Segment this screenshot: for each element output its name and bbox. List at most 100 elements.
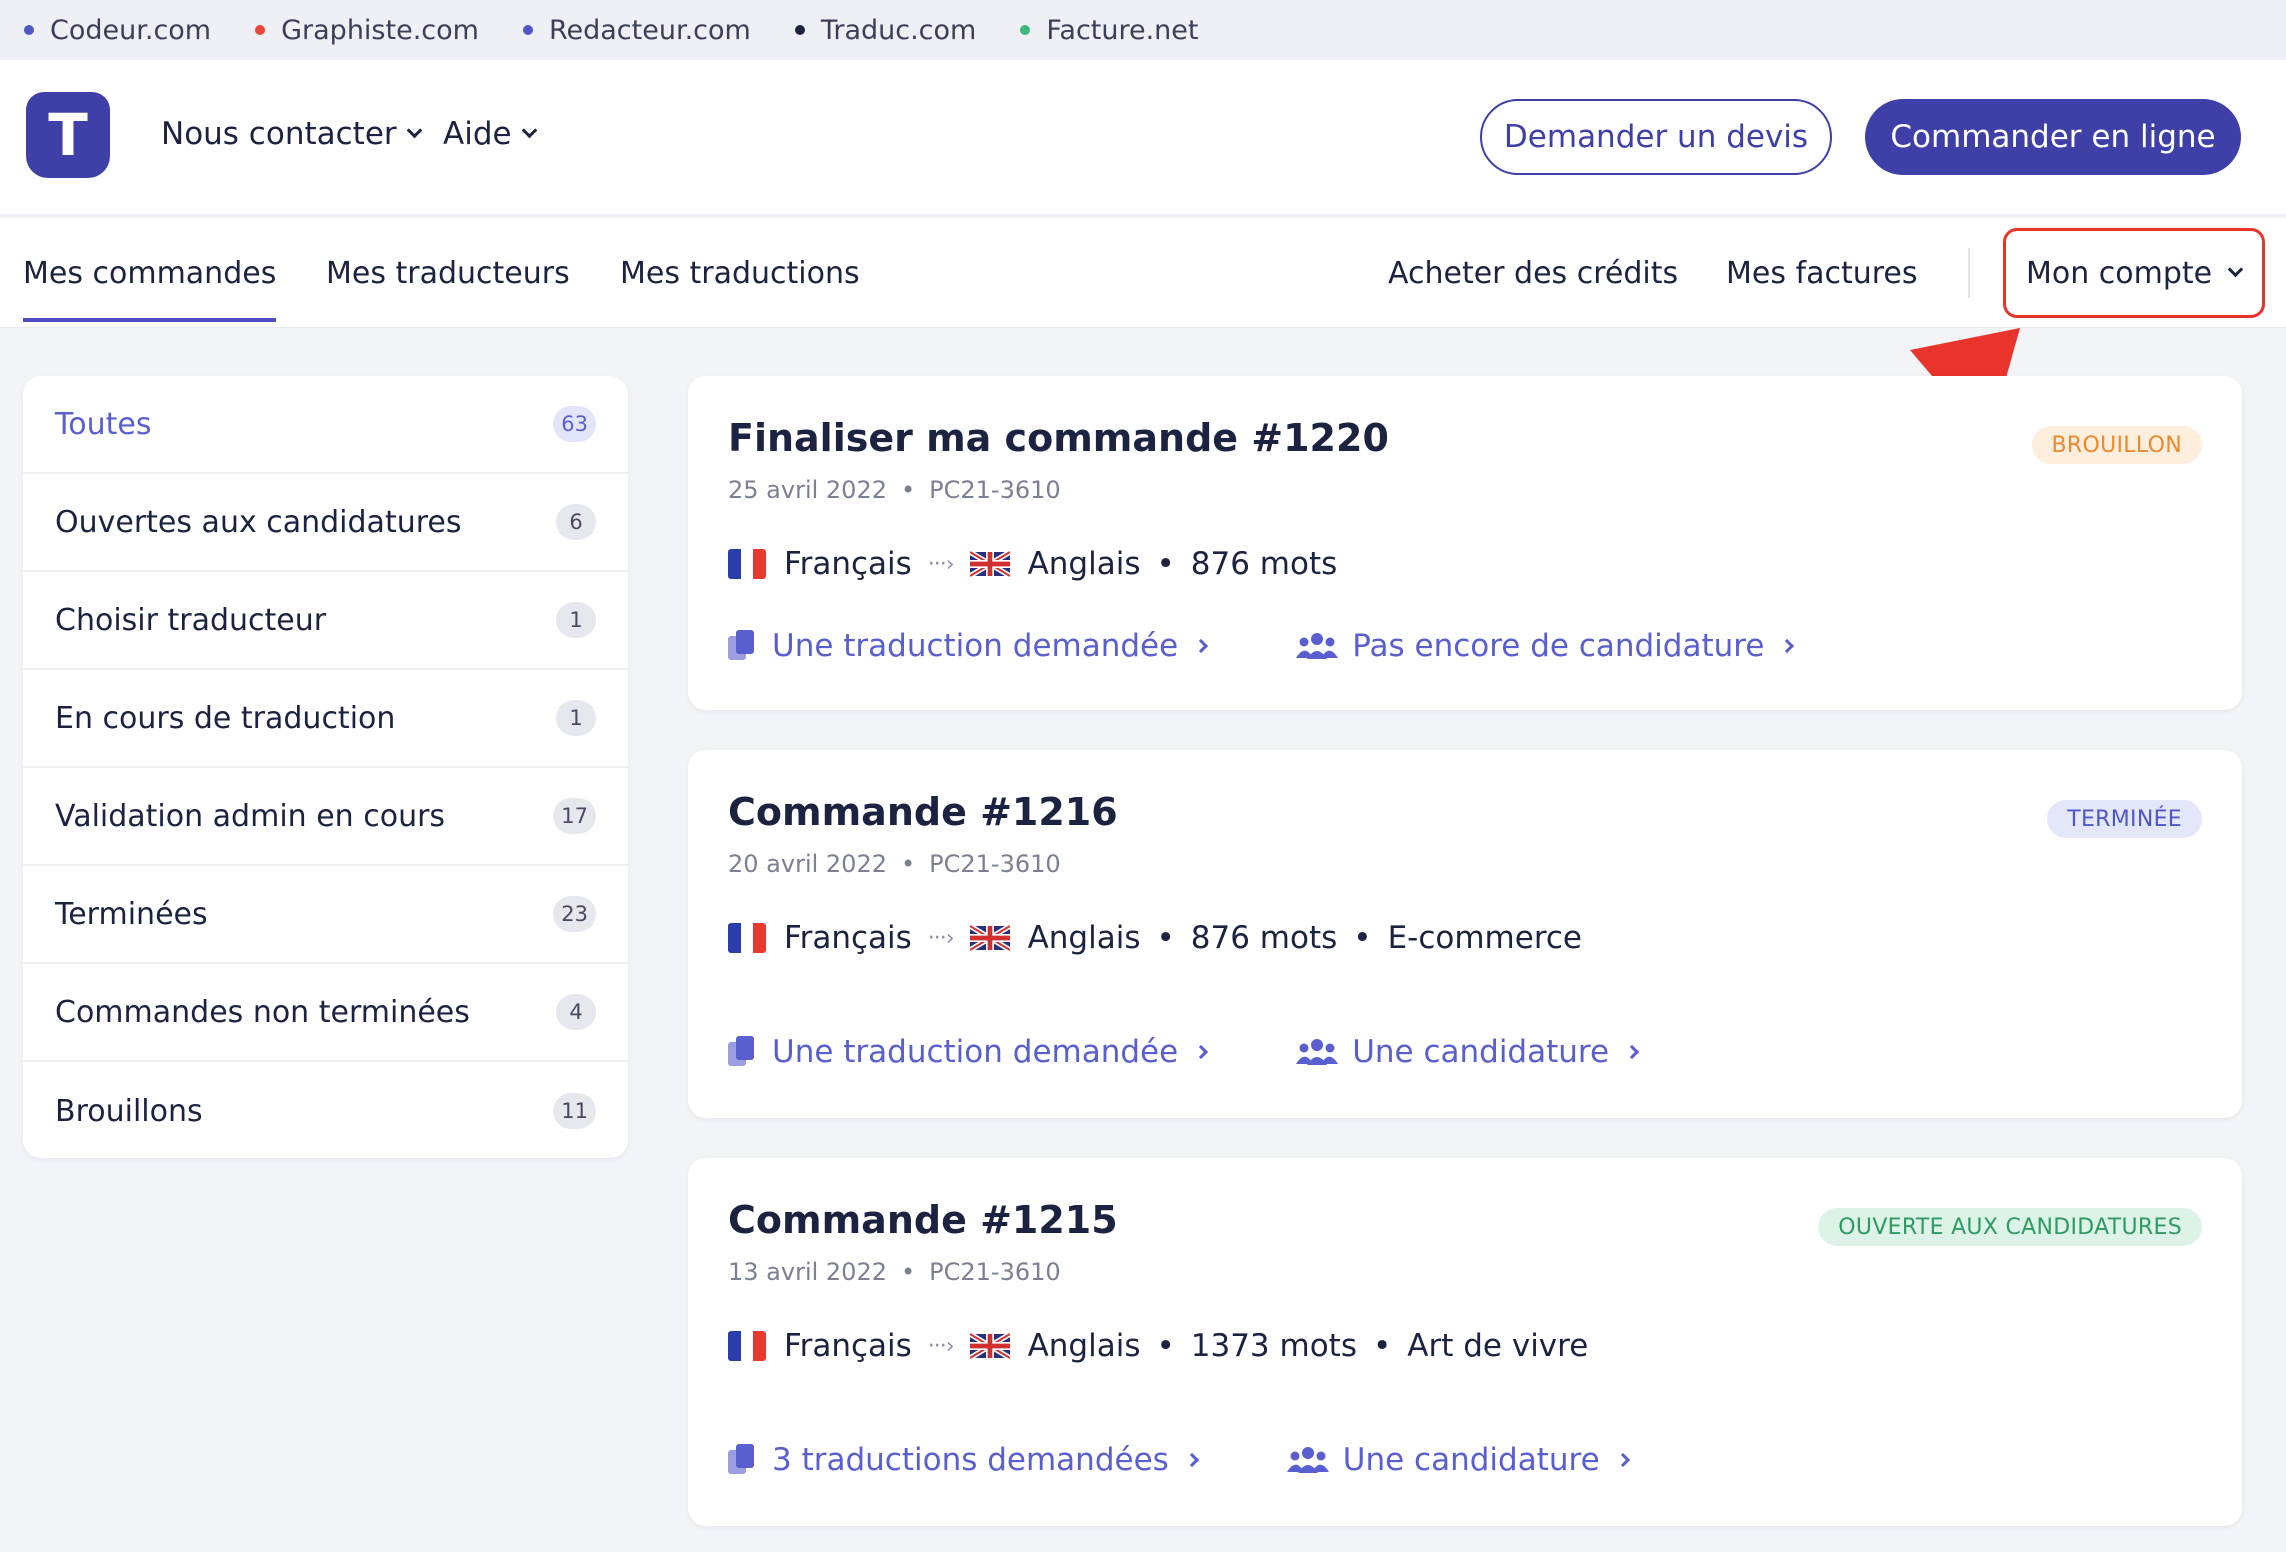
filter-label: Validation admin en cours bbox=[55, 798, 446, 834]
translations-link[interactable]: Une traduction demandée bbox=[728, 1034, 1209, 1070]
invoices-link[interactable]: Mes factures bbox=[1726, 256, 1917, 291]
chevron-down-icon bbox=[521, 122, 537, 138]
applications-link[interactable]: Une candidature bbox=[1296, 1034, 1640, 1070]
count-badge: 17 bbox=[553, 798, 596, 834]
account-nav: Mes commandes Mes traducteurs Mes traduc… bbox=[0, 218, 2286, 328]
users-icon bbox=[1286, 1447, 1329, 1473]
language-line: Français ···› Anglais • 876 mots • E-com… bbox=[728, 920, 1582, 956]
filter-label: Ouvertes aux candidatures bbox=[55, 504, 462, 540]
network-link-facture[interactable]: Facture.net bbox=[1020, 15, 1199, 46]
contact-menu[interactable]: Nous contacter bbox=[161, 116, 422, 152]
documents-icon bbox=[728, 1036, 756, 1068]
filter-completed[interactable]: Terminées 23 bbox=[23, 866, 628, 964]
request-quote-button[interactable]: Demander un devis bbox=[1480, 99, 1832, 175]
my-account-label: Mon compte bbox=[2026, 255, 2213, 291]
order-meta: 25 avril 2022 • PC21-3610 bbox=[728, 476, 1061, 504]
applications-link-label: Une candidature bbox=[1352, 1034, 1610, 1070]
network-bar: Codeur.com Graphiste.com Redacteur.com T… bbox=[0, 0, 2286, 60]
filter-label: Choisir traducteur bbox=[55, 602, 327, 638]
chevron-right-icon bbox=[1624, 1044, 1640, 1060]
status-badge: OUVERTE AUX CANDIDATURES bbox=[1818, 1208, 2202, 1246]
filter-open-applications[interactable]: Ouvertes aux candidatures 6 bbox=[23, 474, 628, 572]
chevron-right-icon bbox=[1194, 1044, 1209, 1060]
buy-credits-link[interactable]: Acheter des crédits bbox=[1388, 256, 1678, 291]
network-link-redacteur[interactable]: Redacteur.com bbox=[522, 15, 751, 46]
filter-label: Brouillons bbox=[55, 1093, 203, 1129]
status-badge: TERMINÉE bbox=[2047, 800, 2202, 838]
translations-link-label: Une traduction demandée bbox=[772, 1034, 1179, 1070]
my-account-menu[interactable]: Mon compte bbox=[2003, 228, 2265, 318]
uk-flag-icon bbox=[969, 549, 1010, 579]
filter-in-translation[interactable]: En cours de traduction 1 bbox=[23, 670, 628, 768]
chevron-down-icon bbox=[2227, 261, 2244, 277]
count-badge: 6 bbox=[556, 504, 596, 540]
translations-link-label: 3 traductions demandées bbox=[772, 1442, 1169, 1478]
filter-admin-validation[interactable]: Validation admin en cours 17 bbox=[23, 768, 628, 866]
language-line: Français ···› Anglais • 1373 mots • Art … bbox=[728, 1328, 1588, 1364]
translations-link-label: Une traduction demandée bbox=[772, 628, 1179, 664]
order-reference: PC21-3610 bbox=[929, 1258, 1061, 1286]
traduc-logo[interactable]: T bbox=[26, 92, 110, 178]
french-flag-icon bbox=[728, 1331, 766, 1361]
count-badge: 1 bbox=[556, 700, 596, 736]
tab-my-translators[interactable]: Mes traducteurs bbox=[326, 256, 570, 291]
source-language: Français bbox=[784, 546, 912, 582]
order-links: Une traduction demandée Pas encore de ca… bbox=[728, 628, 1795, 664]
order-reference: PC21-3610 bbox=[929, 476, 1061, 504]
translations-link[interactable]: 3 traductions demandées bbox=[728, 1442, 1199, 1478]
arrow-right-icon: ···› bbox=[927, 925, 955, 951]
filter-unfinished[interactable]: Commandes non terminées 4 bbox=[23, 964, 628, 1062]
filter-label: Commandes non terminées bbox=[55, 994, 470, 1030]
order-card[interactable]: Commande #1215 13 avril 2022 • PC21-3610 O… bbox=[688, 1158, 2242, 1526]
order-links: 3 traductions demandées Une candidature bbox=[728, 1442, 1630, 1478]
count-badge: 4 bbox=[556, 994, 596, 1030]
contact-menu-label: Nous contacter bbox=[161, 116, 397, 152]
filter-all[interactable]: Toutes 63 bbox=[23, 376, 628, 474]
users-icon bbox=[1296, 633, 1339, 659]
network-link-codeur[interactable]: Codeur.com bbox=[24, 15, 211, 46]
site-header: T Nous contacter Aide Demander un devis … bbox=[0, 60, 2286, 216]
tab-my-translations[interactable]: Mes traductions bbox=[620, 256, 860, 291]
order-card[interactable]: Commande #1216 20 avril 2022 • PC21-3610 T… bbox=[688, 750, 2242, 1118]
bullet-separator: • bbox=[1372, 1328, 1392, 1364]
order-meta: 20 avril 2022 • PC21-3610 bbox=[728, 850, 1061, 878]
filter-drafts[interactable]: Brouillons 11 bbox=[23, 1062, 628, 1158]
chevron-right-icon bbox=[1184, 1452, 1199, 1468]
nav-divider bbox=[1968, 248, 1970, 298]
order-links: Une traduction demandée Une candidature bbox=[728, 1034, 1640, 1070]
word-count: 876 mots bbox=[1190, 920, 1338, 956]
order-card[interactable]: Finaliser ma commande #1220 25 avril 202… bbox=[688, 376, 2242, 710]
bullet-separator: • bbox=[901, 1258, 916, 1286]
tab-my-orders[interactable]: Mes commandes bbox=[23, 256, 277, 322]
network-link-graphiste[interactable]: Graphiste.com bbox=[255, 15, 479, 46]
order-title[interactable]: Commande #1216 bbox=[728, 790, 1118, 834]
order-online-button[interactable]: Commander en ligne bbox=[1865, 99, 2241, 175]
chevron-right-icon bbox=[1615, 1452, 1630, 1468]
applications-link[interactable]: Une candidature bbox=[1286, 1442, 1630, 1478]
uk-flag-icon bbox=[969, 923, 1010, 953]
dot-icon bbox=[255, 25, 266, 35]
filter-choose-translator[interactable]: Choisir traducteur 1 bbox=[23, 572, 628, 670]
uk-flag-icon bbox=[969, 1331, 1010, 1361]
dot-icon bbox=[522, 25, 533, 35]
chevron-down-icon bbox=[406, 122, 422, 138]
order-title[interactable]: Commande #1215 bbox=[728, 1198, 1118, 1242]
translations-link[interactable]: Une traduction demandée bbox=[728, 628, 1209, 664]
target-language: Anglais bbox=[1027, 546, 1141, 582]
applications-link[interactable]: Pas encore de candidature bbox=[1296, 628, 1795, 664]
word-count: 876 mots bbox=[1190, 546, 1338, 582]
count-badge: 1 bbox=[556, 602, 596, 638]
order-title[interactable]: Finaliser ma commande #1220 bbox=[728, 416, 1389, 460]
chevron-right-icon bbox=[1194, 638, 1209, 654]
status-badge: BROUILLON bbox=[2031, 426, 2202, 464]
help-menu[interactable]: Aide bbox=[443, 116, 537, 152]
bullet-separator: • bbox=[1156, 1328, 1175, 1364]
order-reference: PC21-3610 bbox=[929, 850, 1061, 878]
logo-letter: T bbox=[48, 101, 88, 169]
order-date: 25 avril 2022 bbox=[728, 476, 887, 504]
network-link-traduc[interactable]: Traduc.com bbox=[794, 15, 976, 46]
order-filter-sidebar: Toutes 63 Ouvertes aux candidatures 6 Choi… bbox=[23, 376, 628, 1158]
applications-link-label: Pas encore de candidature bbox=[1352, 628, 1765, 664]
dot-icon bbox=[1020, 25, 1031, 35]
help-menu-label: Aide bbox=[443, 116, 512, 152]
